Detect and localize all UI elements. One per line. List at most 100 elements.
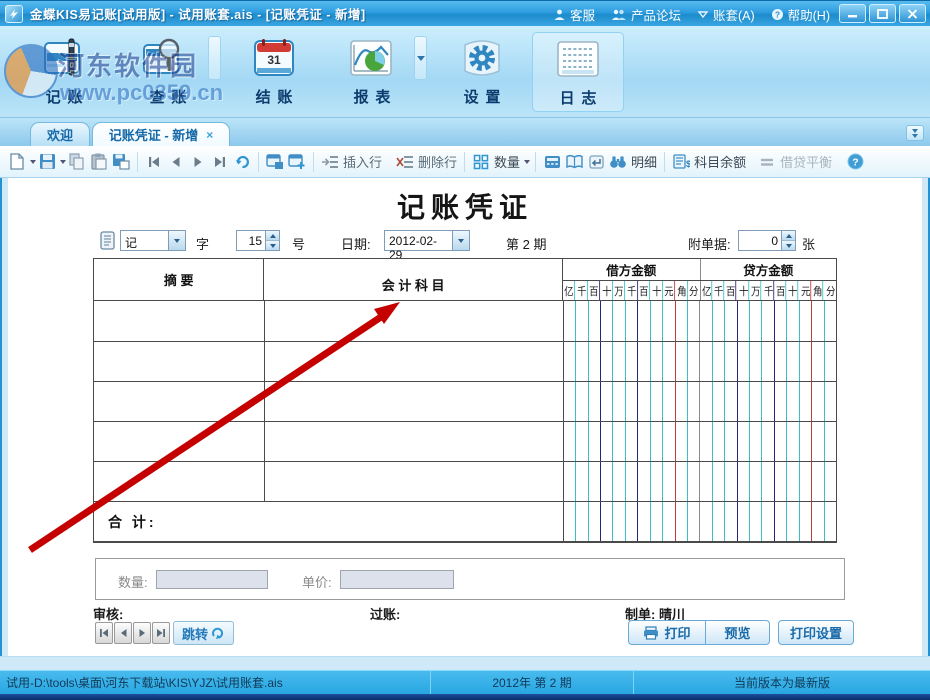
chevron-down-icon[interactable] — [168, 231, 185, 250]
quantity-input[interactable] — [156, 570, 268, 589]
price-input[interactable] — [340, 570, 454, 589]
menu-account-set[interactable]: 账套(A) — [697, 5, 755, 24]
new-voucher-icon[interactable] — [6, 151, 28, 173]
tab-list-button[interactable] — [906, 125, 924, 141]
voucher-word-select[interactable]: 记 — [120, 230, 186, 251]
digit-cell — [663, 301, 675, 341]
credit-cell[interactable] — [699, 382, 836, 421]
ledger-book-icon[interactable] — [563, 151, 585, 173]
last-voucher-button[interactable] — [152, 622, 170, 644]
menu-customer-service[interactable]: 客服 — [553, 5, 595, 24]
date-select[interactable]: 2012-02-29 — [384, 230, 470, 251]
previous-voucher-button[interactable] — [114, 622, 132, 644]
toolbar-settings-button[interactable]: 设置 — [436, 32, 528, 112]
spin-up-icon[interactable] — [266, 231, 279, 241]
menu-product-forum[interactable]: 产品论坛 — [611, 5, 681, 24]
account-cell[interactable] — [264, 422, 563, 461]
print-settings-button[interactable]: 打印设置 — [778, 620, 854, 645]
note-icon[interactable] — [100, 231, 115, 253]
quantity-label[interactable]: 数量 — [494, 152, 520, 171]
summary-cell[interactable] — [94, 342, 264, 381]
subject-balance-icon[interactable]: $ — [670, 151, 692, 173]
first-voucher-button[interactable] — [95, 622, 113, 644]
paste-icon[interactable] — [88, 151, 110, 173]
reports-dropdown-button[interactable] — [414, 36, 427, 80]
account-cell[interactable] — [264, 342, 563, 381]
voucher-row[interactable] — [94, 421, 836, 461]
insert-row-label[interactable]: 插入行 — [343, 152, 382, 171]
account-cell[interactable] — [264, 382, 563, 421]
detail-label[interactable]: 明细 — [631, 152, 657, 171]
help-icon[interactable]: ? — [844, 151, 866, 173]
digit-cell — [663, 462, 675, 501]
summary-cell[interactable] — [94, 382, 264, 421]
delete-row-icon[interactable] — [394, 151, 416, 173]
add-voucher-icon[interactable] — [286, 151, 308, 173]
chevron-down-icon[interactable] — [524, 160, 530, 164]
subject-balance-label[interactable]: 科目余额 — [694, 152, 746, 171]
toolbar-bookkeeping-button[interactable]: 记账 — [18, 32, 110, 112]
summary-cell[interactable] — [94, 462, 264, 501]
tab-welcome[interactable]: 欢迎 — [30, 122, 90, 146]
account-cell[interactable] — [264, 301, 563, 341]
delete-row-label[interactable]: 删除行 — [418, 152, 457, 171]
credit-cell[interactable] — [699, 342, 836, 381]
voucher-row[interactable] — [94, 461, 836, 501]
voucher-row[interactable] — [94, 341, 836, 381]
toolbar-check-accounts-button[interactable]: 查账 — [122, 32, 214, 112]
enter-icon[interactable] — [585, 151, 607, 173]
jump-button[interactable]: 跳转 — [173, 621, 234, 645]
debit-cell[interactable] — [563, 422, 700, 461]
minimize-button[interactable] — [839, 4, 866, 23]
save-voucher-icon[interactable] — [264, 151, 286, 173]
close-button[interactable] — [899, 4, 926, 23]
toolbar-log-button[interactable]: 日志 — [532, 32, 624, 112]
print-buttons: 打印 预览 打印设置 — [628, 620, 854, 645]
credit-cell[interactable] — [699, 301, 836, 341]
spin-down-icon[interactable] — [266, 241, 279, 250]
copy-icon[interactable] — [66, 151, 88, 173]
debit-cell[interactable] — [563, 462, 700, 501]
next-voucher-button[interactable] — [133, 622, 151, 644]
attachment-stepper[interactable]: 0 — [738, 230, 796, 251]
toolbar-closing-button[interactable]: 31 结账 — [228, 32, 320, 112]
voucher-row[interactable] — [94, 381, 836, 421]
calculator-icon[interactable] — [541, 151, 563, 173]
tab-voucher-new[interactable]: 记账凭证 - 新增 × — [92, 122, 230, 146]
credit-cell[interactable] — [699, 422, 836, 461]
debit-cell[interactable] — [563, 301, 700, 341]
digit-cell — [638, 502, 650, 541]
voucher-row[interactable] — [94, 301, 836, 341]
print-button[interactable]: 打印 — [628, 620, 706, 645]
maximize-button[interactable] — [869, 4, 896, 23]
chevron-down-icon[interactable] — [452, 231, 469, 250]
quantity-icon[interactable] — [470, 151, 492, 173]
debit-cell[interactable] — [563, 382, 700, 421]
insert-row-icon[interactable] — [319, 151, 341, 173]
credit-cell[interactable] — [699, 462, 836, 501]
toolbar-reports-button[interactable]: 报表 — [326, 32, 418, 112]
summary-cell[interactable] — [94, 422, 264, 461]
account-cell[interactable] — [264, 462, 563, 501]
first-record-icon[interactable] — [143, 151, 165, 173]
spin-down-icon[interactable] — [782, 241, 795, 250]
menu-help[interactable]: ? 帮助(H) — [771, 5, 830, 24]
chevron-down-icon — [912, 129, 918, 133]
last-record-icon[interactable] — [209, 151, 231, 173]
digit-cell — [676, 301, 688, 341]
check-accounts-split-button[interactable] — [208, 36, 221, 80]
next-record-icon[interactable] — [187, 151, 209, 173]
digit-cell — [601, 502, 613, 541]
spin-up-icon[interactable] — [782, 231, 795, 241]
tab-close-icon[interactable]: × — [206, 129, 213, 141]
debit-cell[interactable] — [563, 342, 700, 381]
summary-cell[interactable] — [94, 301, 264, 341]
save-as-icon[interactable] — [110, 151, 132, 173]
save-icon[interactable] — [36, 151, 58, 173]
refresh-icon[interactable] — [231, 151, 253, 173]
digit-cell — [613, 301, 625, 341]
voucher-number-stepper[interactable]: 15 — [236, 230, 280, 251]
previous-record-icon[interactable] — [165, 151, 187, 173]
binoculars-icon[interactable] — [607, 151, 629, 173]
preview-button[interactable]: 预览 — [706, 620, 770, 645]
